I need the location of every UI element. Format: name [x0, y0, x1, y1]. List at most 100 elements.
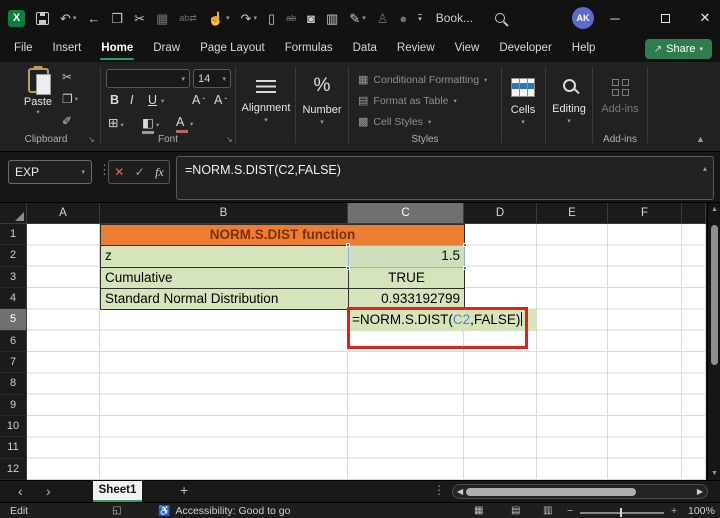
- add-sheet-button[interactable]: +: [180, 482, 188, 498]
- qat-overflow-icon[interactable]: ▾: [418, 13, 422, 23]
- new-file-icon[interactable]: ▯: [268, 12, 275, 25]
- font-name-combo[interactable]: ▾: [106, 69, 190, 88]
- row-header-1[interactable]: 1: [0, 224, 27, 246]
- ref-handle[interactable]: [346, 265, 350, 270]
- column-header-a[interactable]: A: [27, 203, 100, 224]
- zoom-in-button[interactable]: +: [671, 505, 677, 517]
- ref-handle[interactable]: [463, 243, 467, 248]
- cell-b4[interactable]: Standard Normal Distribution: [100, 288, 349, 311]
- font-size-combo[interactable]: 14 ▾: [193, 69, 231, 88]
- row-header-12[interactable]: 12: [0, 458, 27, 480]
- page-break-view-icon[interactable]: ▥: [543, 505, 552, 516]
- vertical-scrollbar[interactable]: ▲ ▼: [707, 203, 720, 480]
- horizontal-scroll-thumb[interactable]: [466, 488, 636, 496]
- cut-icon[interactable]: ✂: [134, 12, 145, 25]
- clipboard-dialog-launcher-icon[interactable]: ↘: [88, 135, 95, 144]
- minimize-button[interactable]: ─: [595, 0, 635, 36]
- scroll-down-icon[interactable]: ▼: [708, 470, 720, 477]
- bold-button[interactable]: B: [110, 93, 119, 107]
- picture-icon[interactable]: ▦: [156, 12, 168, 25]
- row-header-2[interactable]: 2: [0, 245, 27, 267]
- column-header-c[interactable]: C: [348, 203, 464, 224]
- column-header-b[interactable]: B: [100, 203, 348, 224]
- maximize-button[interactable]: [645, 0, 685, 36]
- row-header-4[interactable]: 4: [0, 287, 27, 310]
- fill-color-button[interactable]: ◧ ▾: [142, 115, 159, 134]
- cells-group-button[interactable]: Cells ▾: [503, 70, 543, 126]
- accessibility-status[interactable]: ♿ Accessibility: Good to go: [158, 505, 290, 517]
- vertical-scroll-thumb[interactable]: [711, 225, 718, 365]
- column-header-partial[interactable]: [682, 203, 706, 224]
- row-header-5[interactable]: 5: [0, 309, 27, 331]
- find-replace-icon[interactable]: ab⇄: [179, 13, 197, 23]
- normal-view-icon[interactable]: ▦: [474, 505, 483, 516]
- zoom-level[interactable]: 100%: [688, 505, 715, 517]
- cell-b2[interactable]: z: [100, 245, 349, 268]
- borders-button[interactable]: ⊞ ▾: [108, 115, 124, 130]
- conditional-formatting-button[interactable]: ▦ Conditional Formatting ▾: [358, 71, 498, 88]
- enter-icon[interactable]: ✓: [135, 165, 145, 179]
- column-header-d[interactable]: D: [464, 203, 537, 224]
- row-header-6[interactable]: 6: [0, 330, 27, 352]
- insert-function-icon[interactable]: fx: [155, 165, 164, 180]
- paste-button[interactable]: Paste ▾: [16, 68, 60, 116]
- macro-record-icon[interactable]: ◱: [112, 505, 121, 516]
- column-header-e[interactable]: E: [537, 203, 608, 224]
- back-icon[interactable]: ←: [87, 12, 100, 25]
- font-color-button[interactable]: A ▾: [176, 115, 193, 133]
- sheet-options-icon[interactable]: ⋮: [433, 483, 445, 497]
- scroll-left-icon[interactable]: ◀: [457, 487, 463, 496]
- row-header-3[interactable]: 3: [0, 266, 27, 288]
- strikethrough-icon[interactable]: ab: [286, 13, 296, 23]
- tab-file[interactable]: File: [4, 37, 43, 61]
- underline-dropdown[interactable]: ▾: [161, 97, 164, 105]
- column-header-f[interactable]: F: [608, 203, 682, 224]
- cell-b3[interactable]: Cumulative: [100, 266, 349, 289]
- close-button[interactable]: ✕: [685, 0, 720, 36]
- expand-formula-bar-icon[interactable]: ▴: [703, 164, 707, 173]
- zoom-slider-thumb[interactable]: [620, 508, 622, 517]
- prev-sheet-icon[interactable]: ‹: [18, 483, 23, 499]
- touch-mode-icon[interactable]: ☝ ▾: [208, 12, 230, 25]
- select-all-button[interactable]: [0, 203, 27, 224]
- zoom-slider-track[interactable]: [580, 512, 664, 514]
- account-avatar[interactable]: AK: [572, 7, 594, 29]
- permissions-icon[interactable]: ♙: [377, 12, 389, 25]
- tab-insert[interactable]: Insert: [43, 37, 92, 61]
- collapse-ribbon-icon[interactable]: ▲: [696, 134, 705, 144]
- ink-pen-icon[interactable]: ✎ ▾: [349, 12, 365, 25]
- scroll-right-icon[interactable]: ▶: [697, 487, 703, 496]
- tab-developer[interactable]: Developer: [489, 37, 561, 61]
- redo-icon[interactable]: ↷ ▾: [241, 12, 257, 25]
- tab-data[interactable]: Data: [343, 37, 387, 61]
- increase-font-button[interactable]: Aˆ: [192, 93, 205, 107]
- row-header-9[interactable]: 9: [0, 394, 27, 416]
- row-header-10[interactable]: 10: [0, 415, 27, 438]
- cell-styles-button[interactable]: ▩ Cell Styles ▾: [358, 113, 498, 130]
- horizontal-scrollbar[interactable]: ◀ ▶: [452, 484, 708, 499]
- excel-logo[interactable]: X: [8, 9, 25, 27]
- row-header-7[interactable]: 7: [0, 351, 27, 374]
- ref-handle[interactable]: [463, 265, 467, 270]
- tab-home[interactable]: Home: [91, 37, 143, 61]
- decrease-font-button[interactable]: Aˇ: [214, 93, 227, 107]
- copy-button[interactable]: ❐ ▾: [62, 92, 78, 106]
- tab-page-layout[interactable]: Page Layout: [190, 37, 275, 61]
- cell-b1-title[interactable]: NORM.S.DIST function: [100, 224, 465, 247]
- page-layout-view-icon[interactable]: ▤: [511, 505, 520, 516]
- next-sheet-icon[interactable]: ›: [46, 483, 51, 499]
- cell-c3[interactable]: TRUE: [348, 266, 465, 289]
- row-header-8[interactable]: 8: [0, 373, 27, 395]
- font-dialog-launcher-icon[interactable]: ↘: [226, 135, 233, 144]
- alignment-group-button[interactable]: Alignment ▾: [237, 70, 295, 124]
- doc-preview-icon[interactable]: ▥: [326, 12, 338, 25]
- undo-icon[interactable]: ↶ ▾: [60, 12, 76, 25]
- number-group-button[interactable]: % Number ▾: [296, 70, 348, 126]
- addins-button[interactable]: Add-ins: [596, 70, 644, 115]
- tab-formulas[interactable]: Formulas: [275, 37, 343, 61]
- share-button[interactable]: ↗ Share ▾: [644, 39, 712, 59]
- ref-handle[interactable]: [346, 243, 350, 248]
- name-box[interactable]: EXP ▾: [8, 160, 92, 184]
- row-header-11[interactable]: 11: [0, 437, 27, 459]
- editing-group-button[interactable]: Editing ▾: [547, 70, 591, 125]
